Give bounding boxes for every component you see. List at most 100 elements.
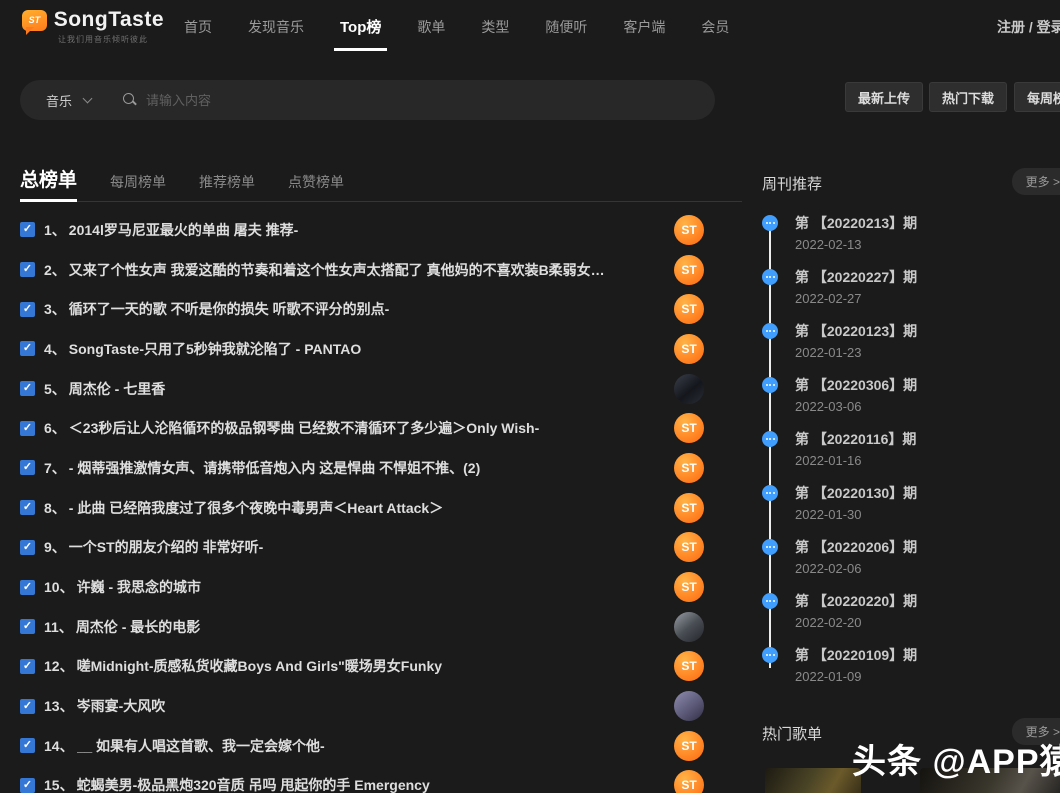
weekly-issue-title[interactable]: 第 【20220109】期: [795, 646, 1060, 664]
song-rank: 1、: [44, 220, 66, 240]
song-rank: 3、: [44, 299, 66, 319]
song-avatar[interactable]: ST: [674, 651, 704, 681]
timeline-ellipsis-icon: [762, 647, 778, 663]
search-category-select[interactable]: 音乐: [46, 91, 72, 110]
song-avatar[interactable]: ST: [674, 532, 704, 562]
song-title[interactable]: 循环了一天的歌 不听是你的损失 听歌不评分的别点-: [69, 299, 664, 319]
song-checkbox[interactable]: ✓: [20, 580, 35, 595]
song-checkbox[interactable]: ✓: [20, 460, 35, 475]
song-checkbox[interactable]: ✓: [20, 341, 35, 356]
song-title[interactable]: - 烟蒂强推激情女声、请携带低音炮入内 这是悍曲 不悍姐不推、(2): [69, 458, 664, 478]
song-row: ✓ 6、 ＜23秒后让人沦陷循环的极品钢琴曲 已经数不清循环了多少遍＞Only …: [20, 408, 742, 448]
song-avatar[interactable]: ST: [674, 334, 704, 364]
search-bar: 音乐: [20, 80, 715, 120]
song-checkbox[interactable]: ✓: [20, 540, 35, 555]
song-checkbox[interactable]: ✓: [20, 302, 35, 317]
ranking-tab[interactable]: 总榜单: [20, 165, 77, 192]
song-title[interactable]: 周杰伦 - 最长的电影: [76, 617, 664, 637]
song-avatar[interactable]: ST: [674, 572, 704, 602]
song-avatar[interactable]: ST: [674, 294, 704, 324]
song-avatar[interactable]: ST: [674, 770, 704, 793]
ranking-tabs: 总榜单 每周榜单 推荐榜单 点赞榜单: [20, 162, 742, 202]
song-title[interactable]: 2014l罗马尼亚最火的单曲 屠夫 推荐-: [69, 220, 664, 240]
song-avatar[interactable]: ST: [674, 493, 704, 523]
ranking-tab[interactable]: 推荐榜单: [199, 172, 255, 192]
song-checkbox[interactable]: ✓: [20, 500, 35, 515]
song-avatar[interactable]: ST: [674, 731, 704, 761]
song-row: ✓ 15、 蛇蝎美男-极品黑炮320音质 吊吗 甩起你的手 Emergency …: [20, 766, 742, 793]
song-checkbox[interactable]: ✓: [20, 659, 35, 674]
song-checkbox[interactable]: ✓: [20, 421, 35, 436]
weekly-issue-title[interactable]: 第 【20220130】期: [795, 484, 1060, 502]
song-rank: 9、: [44, 537, 66, 557]
weekly-issue-title[interactable]: 第 【20220206】期: [795, 538, 1060, 556]
song-title[interactable]: SongTaste-只用了5秒钟我就沦陷了 - PANTAO: [69, 339, 664, 359]
song-title[interactable]: 岑雨宴-大风吹: [77, 696, 664, 716]
check-icon: ✓: [23, 264, 32, 275]
song-title[interactable]: 蛇蝎美男-极品黑炮320音质 吊吗 甩起你的手 Emergency: [77, 775, 664, 793]
song-checkbox[interactable]: ✓: [20, 778, 35, 793]
song-rank: 14、: [44, 736, 74, 756]
song-avatar[interactable]: ST: [674, 453, 704, 483]
ranking-tab[interactable]: 点赞榜单: [288, 172, 344, 192]
song-avatar[interactable]: [674, 612, 704, 642]
song-avatar[interactable]: ST: [674, 215, 704, 245]
weekly-issue-date: 2022-01-23: [795, 345, 1060, 360]
check-icon: ✓: [23, 542, 32, 553]
song-row: ✓ 14、 __ 如果有人唱这首歌、我一定会嫁个他- ST: [20, 726, 742, 766]
song-title[interactable]: - 此曲 已经陪我度过了很多个夜晚中毒男声＜Heart Attack＞: [69, 498, 664, 518]
song-title[interactable]: 一个ST的朋友介绍的 非常好听-: [69, 537, 664, 557]
weekly-issue-title[interactable]: 第 【20220213】期: [795, 214, 1060, 232]
song-title[interactable]: ＜23秒后让人沦陷循环的极品钢琴曲 已经数不清循环了多少遍＞Only Wish-: [69, 418, 664, 438]
weekly-issue-title[interactable]: 第 【20220116】期: [795, 430, 1060, 448]
weekly-issue-title[interactable]: 第 【20220123】期: [795, 322, 1060, 340]
timeline-ellipsis-icon: [762, 539, 778, 555]
nav-item[interactable]: 首页: [184, 17, 212, 37]
nav-item[interactable]: Top榜: [340, 16, 381, 37]
song-row: ✓ 9、 一个ST的朋友介绍的 非常好听- ST: [20, 528, 742, 568]
timeline-ellipsis-icon: [762, 593, 778, 609]
logo-title: SongTaste: [54, 8, 164, 32]
song-avatar[interactable]: [674, 374, 704, 404]
hot-download-button[interactable]: 热门下载: [929, 82, 1007, 112]
song-checkbox[interactable]: ✓: [20, 699, 35, 714]
ranking-tab[interactable]: 每周榜单: [110, 172, 166, 192]
playlist-cover-image[interactable]: [765, 768, 861, 793]
nav-item[interactable]: 类型: [481, 17, 509, 37]
song-checkbox[interactable]: ✓: [20, 222, 35, 237]
weekly-issue-title[interactable]: 第 【20220227】期: [795, 268, 1060, 286]
nav-item[interactable]: 歌单: [417, 17, 445, 37]
song-checkbox[interactable]: ✓: [20, 619, 35, 634]
song-checkbox[interactable]: ✓: [20, 381, 35, 396]
song-row: ✓ 12、 嗟Midnight-质感私货收藏Boys And Girls"暖场男…: [20, 647, 742, 687]
check-icon: ✓: [23, 343, 32, 354]
nav-item[interactable]: 会员: [701, 17, 729, 37]
weekly-issue-item: 第 【20220213】期 2022-02-13: [762, 214, 1060, 268]
nav-item[interactable]: 发现音乐: [248, 17, 304, 37]
search-icon: [123, 93, 137, 107]
song-avatar[interactable]: [674, 691, 704, 721]
weekly-more-button[interactable]: 更多 >: [1012, 168, 1060, 195]
weekly-chart-button[interactable]: 每周榜单: [1014, 82, 1060, 112]
song-title[interactable]: 嗟Midnight-质感私货收藏Boys And Girls"暖场男女Funky: [77, 656, 664, 676]
nav-item[interactable]: 随便听: [545, 17, 587, 37]
search-input[interactable]: [146, 93, 697, 108]
nav-item[interactable]: 客户端: [623, 17, 665, 37]
weekly-issue-date: 2022-03-06: [795, 399, 1060, 414]
song-rank: 2、: [44, 260, 66, 280]
weekly-issue-title[interactable]: 第 【20220306】期: [795, 376, 1060, 394]
latest-upload-button[interactable]: 最新上传: [845, 82, 923, 112]
register-login-link[interactable]: 注册 / 登录: [997, 17, 1060, 37]
weekly-issue-title[interactable]: 第 【20220220】期: [795, 592, 1060, 610]
song-title[interactable]: 又来了个性女声 我爱这酷的节奏和着这个性女声太搭配了 真他妈的不喜欢装B柔弱女…: [69, 260, 664, 280]
song-row: ✓ 5、 周杰伦 - 七里香: [20, 369, 742, 409]
song-avatar[interactable]: ST: [674, 255, 704, 285]
logo[interactable]: ST SongTaste 让我们用音乐倾听彼此: [22, 8, 164, 45]
song-title[interactable]: __ 如果有人唱这首歌、我一定会嫁个他-: [77, 736, 664, 756]
song-checkbox[interactable]: ✓: [20, 262, 35, 277]
song-title[interactable]: 许巍 - 我思念的城市: [77, 577, 664, 597]
song-title[interactable]: 周杰伦 - 七里香: [69, 379, 664, 399]
song-checkbox[interactable]: ✓: [20, 738, 35, 753]
chevron-down-icon[interactable]: [83, 94, 93, 104]
song-avatar[interactable]: ST: [674, 413, 704, 443]
